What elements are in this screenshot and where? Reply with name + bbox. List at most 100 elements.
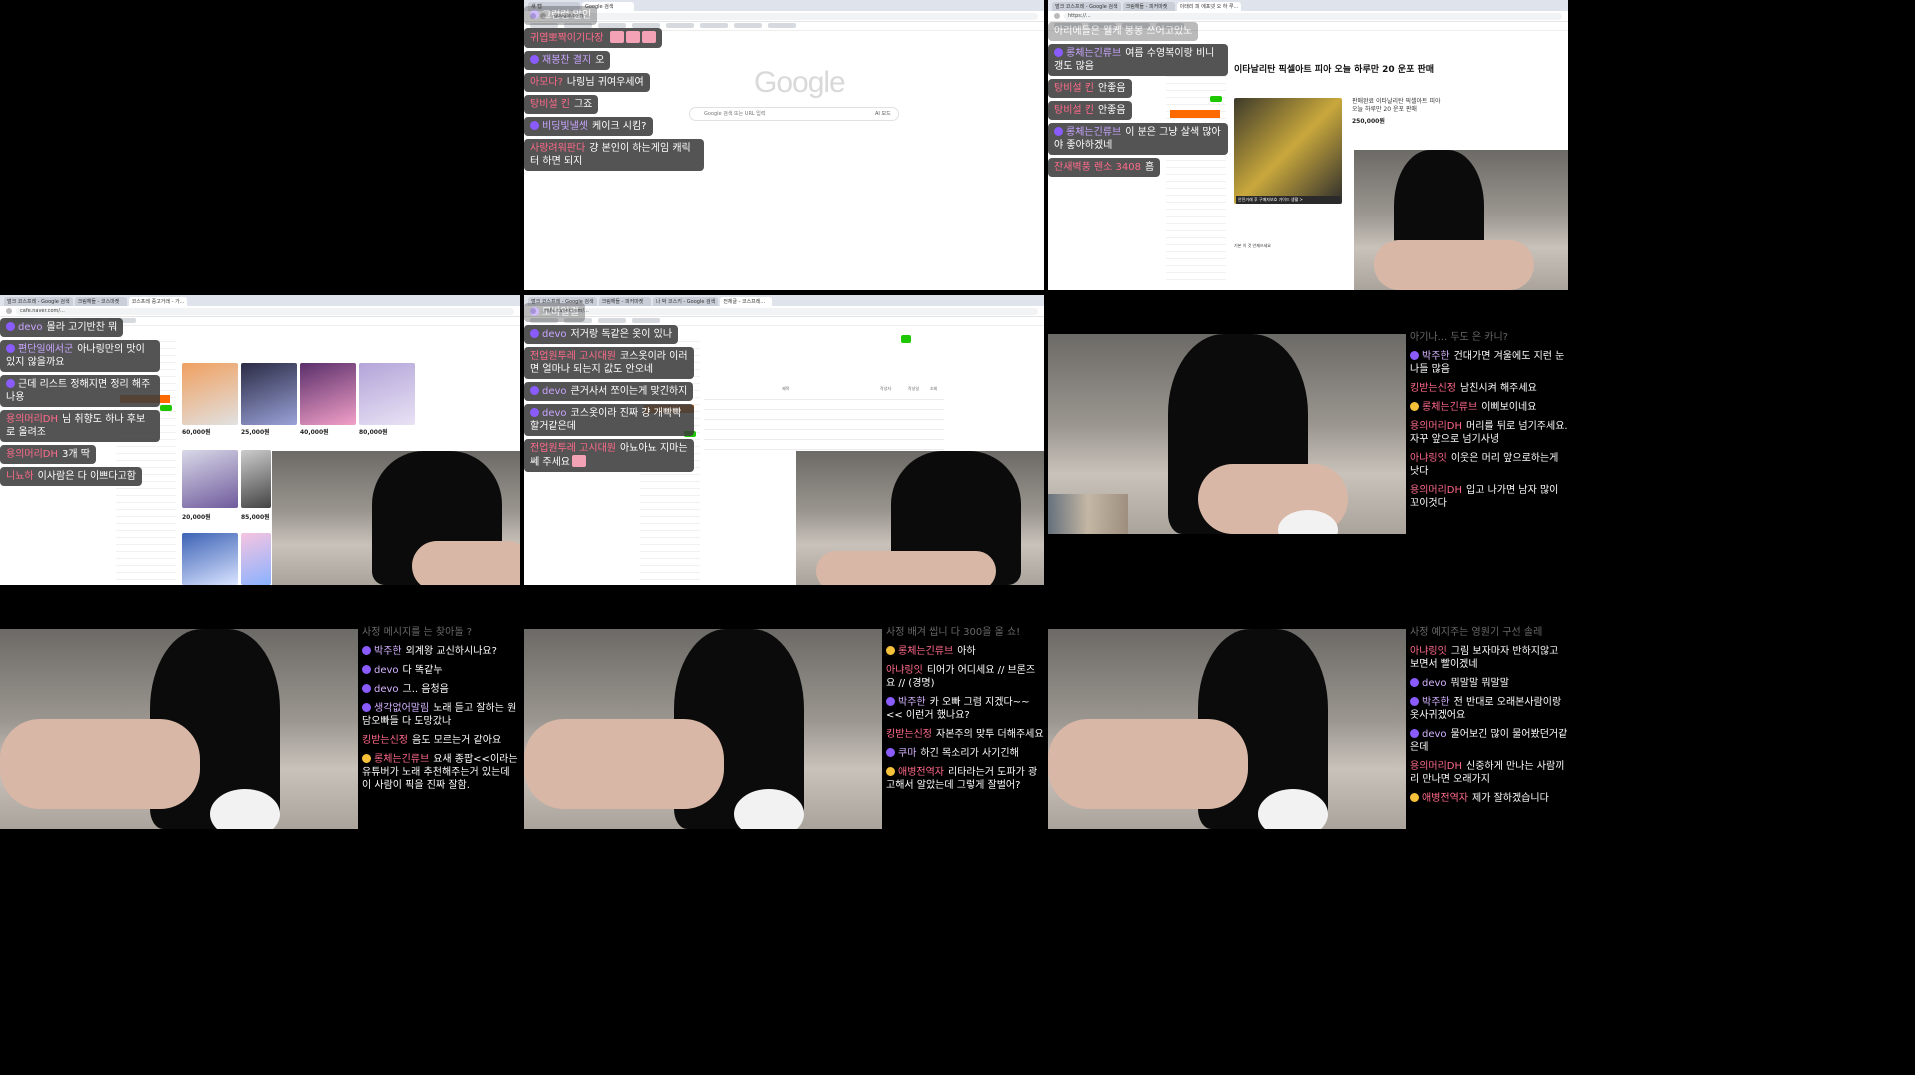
chat-nickname[interactable]: 아냐링잇: [1410, 646, 1447, 657]
chat-nickname[interactable]: devo: [542, 329, 567, 340]
product-thumb[interactable]: [241, 533, 271, 585]
chat-nickname[interactable]: 롱체는긴류브: [1422, 402, 1477, 413]
person-arm: [524, 719, 724, 809]
product-side-title: 판매완료 이타날리탄 픽셀아트 피아 오늘 하루만 20 운포 판매: [1352, 98, 1441, 113]
chat-text: 이사람은 다 이쁘다고함: [37, 471, 136, 482]
chat-nickname[interactable]: 사랑려워판다: [530, 143, 585, 154]
chat-nickname[interactable]: 박주한: [374, 646, 402, 657]
chat-nickname[interactable]: 탕비설 킨: [1054, 105, 1094, 116]
product-image[interactable]: [1234, 98, 1342, 204]
browser-tab[interactable]: 벌크 코스프레 - Google 검색: [1052, 2, 1121, 11]
url-field[interactable]: https://...: [1064, 12, 1562, 20]
chat-nickname[interactable]: devo: [18, 322, 43, 333]
chat-message: 용의머리DH 3개 딱: [0, 445, 96, 464]
chat-nickname[interactable]: 용의머리DH: [1410, 761, 1462, 772]
chat-nickname[interactable]: devo: [542, 386, 567, 397]
chat-nickname[interactable]: 롱체는긴류브: [1066, 127, 1121, 138]
chat-nickname[interactable]: 박주한: [1422, 351, 1450, 362]
chat-nickname[interactable]: 아냐링잇: [1410, 453, 1447, 464]
chat-nickname[interactable]: 애병전역자: [1422, 793, 1468, 804]
chat-nickname[interactable]: 탕비설 킨: [530, 99, 570, 110]
table-row[interactable]: [704, 409, 944, 410]
chat-nickname[interactable]: 킹받는신정: [886, 729, 932, 740]
product-thumb[interactable]: [182, 450, 238, 508]
chat-nickname[interactable]: 롱체는긴류브: [1066, 48, 1121, 59]
chat-nickname[interactable]: 편단일에서군: [18, 344, 73, 355]
chat-nickname[interactable]: 애병전역자: [898, 767, 944, 778]
chat-nickname[interactable]: 아모다?: [530, 77, 563, 88]
chat-nickname[interactable]: 니뇨하: [6, 471, 34, 482]
safe-trade-banner[interactable]: 안전거래 후 구매자보호 가이드 생활 >: [1236, 196, 1340, 204]
product-thumb[interactable]: [182, 533, 238, 585]
chat-nickname[interactable]: 박주한: [898, 697, 926, 708]
chat-message: 아리에들은 웰케 봉봉 쓰어고있노: [1048, 22, 1199, 41]
bookmark-item[interactable]: [734, 23, 762, 28]
chat-nickname[interactable]: 킹받는신정: [1410, 383, 1456, 394]
browser-tab[interactable]: 이태리 피 에포넷 오 하 루...: [1176, 2, 1242, 11]
chat-nickname[interactable]: 용의머리DH: [6, 414, 58, 425]
chat-nickname[interactable]: 아냐링잇: [886, 665, 923, 676]
user-badge-icon: [362, 646, 371, 655]
product-thumb[interactable]: [300, 363, 356, 425]
product-thumb[interactable]: [182, 363, 238, 425]
chat-nickname[interactable]: 전업원투레 고시대원: [530, 351, 616, 362]
chat-nickname[interactable]: 쿠마: [898, 748, 916, 759]
write-button[interactable]: [160, 405, 172, 411]
chat-text: 케이크 시킴?: [592, 121, 647, 132]
chat-nickname[interactable]: 전업원투레 고시대원: [530, 443, 616, 454]
chat-nickname[interactable]: 비딩빛낼셋: [542, 121, 588, 132]
table-row[interactable]: [704, 429, 944, 430]
chat-nickname[interactable]: 귀엽뽀짝이기다장: [530, 33, 604, 44]
browser-tab[interactable]: 코스프레 중고거래 - 가...: [128, 297, 188, 306]
url-field[interactable]: cafe.naver.com/...: [16, 307, 514, 315]
bookmark-item[interactable]: [700, 23, 728, 28]
table-row[interactable]: [704, 419, 944, 420]
chat-message: 용의머리DH 입고 나가면 남자 많이 꼬이것다: [1410, 484, 1568, 510]
product-thumb[interactable]: [241, 363, 297, 425]
browser-tab[interactable]: 벌크 코스프레 - Google 검색: [4, 297, 73, 306]
google-search-input[interactable]: Google 검색 또는 URL 입력: [689, 107, 899, 121]
table-row[interactable]: [704, 439, 944, 440]
chat-nickname[interactable]: 용의머리DH: [1410, 485, 1462, 496]
chat-nickname[interactable]: devo: [374, 684, 399, 695]
bookmark-item[interactable]: [768, 23, 796, 28]
chat-message: 모바일결: [524, 303, 585, 322]
chat-message: 사정 메시지를 는 찾아돌 ?: [362, 626, 520, 639]
chat-nickname[interactable]: 킹받는신정: [362, 735, 408, 746]
chat-message: 아냐링잇 그림 보자마자 반하지않고 보면서 빨이겠네: [1410, 645, 1568, 671]
user-badge-icon: [886, 646, 895, 655]
chat-nickname[interactable]: devo: [374, 665, 399, 676]
chat-nickname[interactable]: 재봉찬 결지: [542, 55, 591, 66]
product-thumb[interactable]: [241, 450, 271, 508]
chat-message: 근데 리스트 정해지면 정리 해주나용: [0, 375, 160, 407]
chat-text: 외계왕 교신하시나요?: [405, 646, 497, 657]
chat-nickname[interactable]: 롱체는긴류브: [374, 754, 429, 765]
chat-nickname[interactable]: 탕비설 킨: [1054, 83, 1094, 94]
chat-nickname[interactable]: 롱체는긴류브: [898, 646, 953, 657]
chat-nickname[interactable]: 잔새벽풍 렌소 3408: [1054, 162, 1141, 173]
chat-message: 탕비설 킨 안좋음: [1048, 79, 1132, 98]
chat-nickname[interactable]: devo: [542, 408, 567, 419]
user-badge-icon: [1410, 729, 1419, 738]
chat-overlay: devo 몰라 고기반찬 뭐 편단일에서군 아나링만의 맛이 있지 않을까요 근데 리스…: [0, 318, 160, 578]
chat-message: 탕비설 킨 안좋음: [1048, 101, 1132, 120]
table-row[interactable]: [704, 449, 944, 450]
browser-tab[interactable]: 크림해들 - 피커마켓: [1122, 2, 1175, 11]
chat-text: 큰거사서 쪼이는게 맞긴하지: [570, 386, 688, 397]
chat-message: 아냐링잇 이웃은 머리 앞으로하는게 낫다: [1410, 452, 1568, 478]
ai-mode-button[interactable]: AI 모드: [875, 110, 891, 117]
chat-nickname[interactable]: devo: [1422, 729, 1447, 740]
chat-nickname[interactable]: devo: [1422, 678, 1447, 689]
back-icon[interactable]: [1054, 13, 1060, 19]
board-search-button[interactable]: [901, 335, 911, 343]
browser-tab[interactable]: 전체글 - 코스프레...: [720, 297, 773, 306]
product-thumb[interactable]: [359, 363, 415, 425]
chat-message: 쿠마 하긴 목소리가 사기긴해: [886, 747, 1044, 760]
chat-nickname[interactable]: 용의머리DH: [6, 449, 58, 460]
browser-tab[interactable]: 크림해들 - 코스마켓: [74, 297, 127, 306]
chat-nickname[interactable]: 박주한: [1422, 697, 1450, 708]
back-icon[interactable]: [6, 308, 12, 314]
table-row[interactable]: [704, 399, 944, 400]
chat-nickname[interactable]: 생각없어말림: [374, 703, 429, 714]
chat-nickname[interactable]: 용의머리DH: [1410, 421, 1462, 432]
